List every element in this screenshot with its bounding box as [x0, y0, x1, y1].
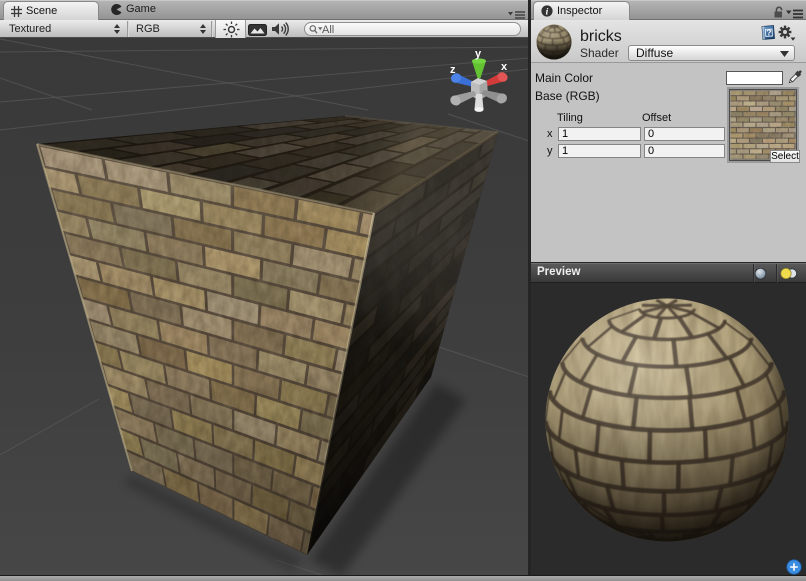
svg-text:z: z [450, 64, 456, 76]
svg-text:?: ? [766, 27, 772, 37]
svg-text:y: y [475, 48, 482, 60]
svg-text:i: i [546, 7, 549, 17]
svg-text:x: x [501, 61, 508, 73]
